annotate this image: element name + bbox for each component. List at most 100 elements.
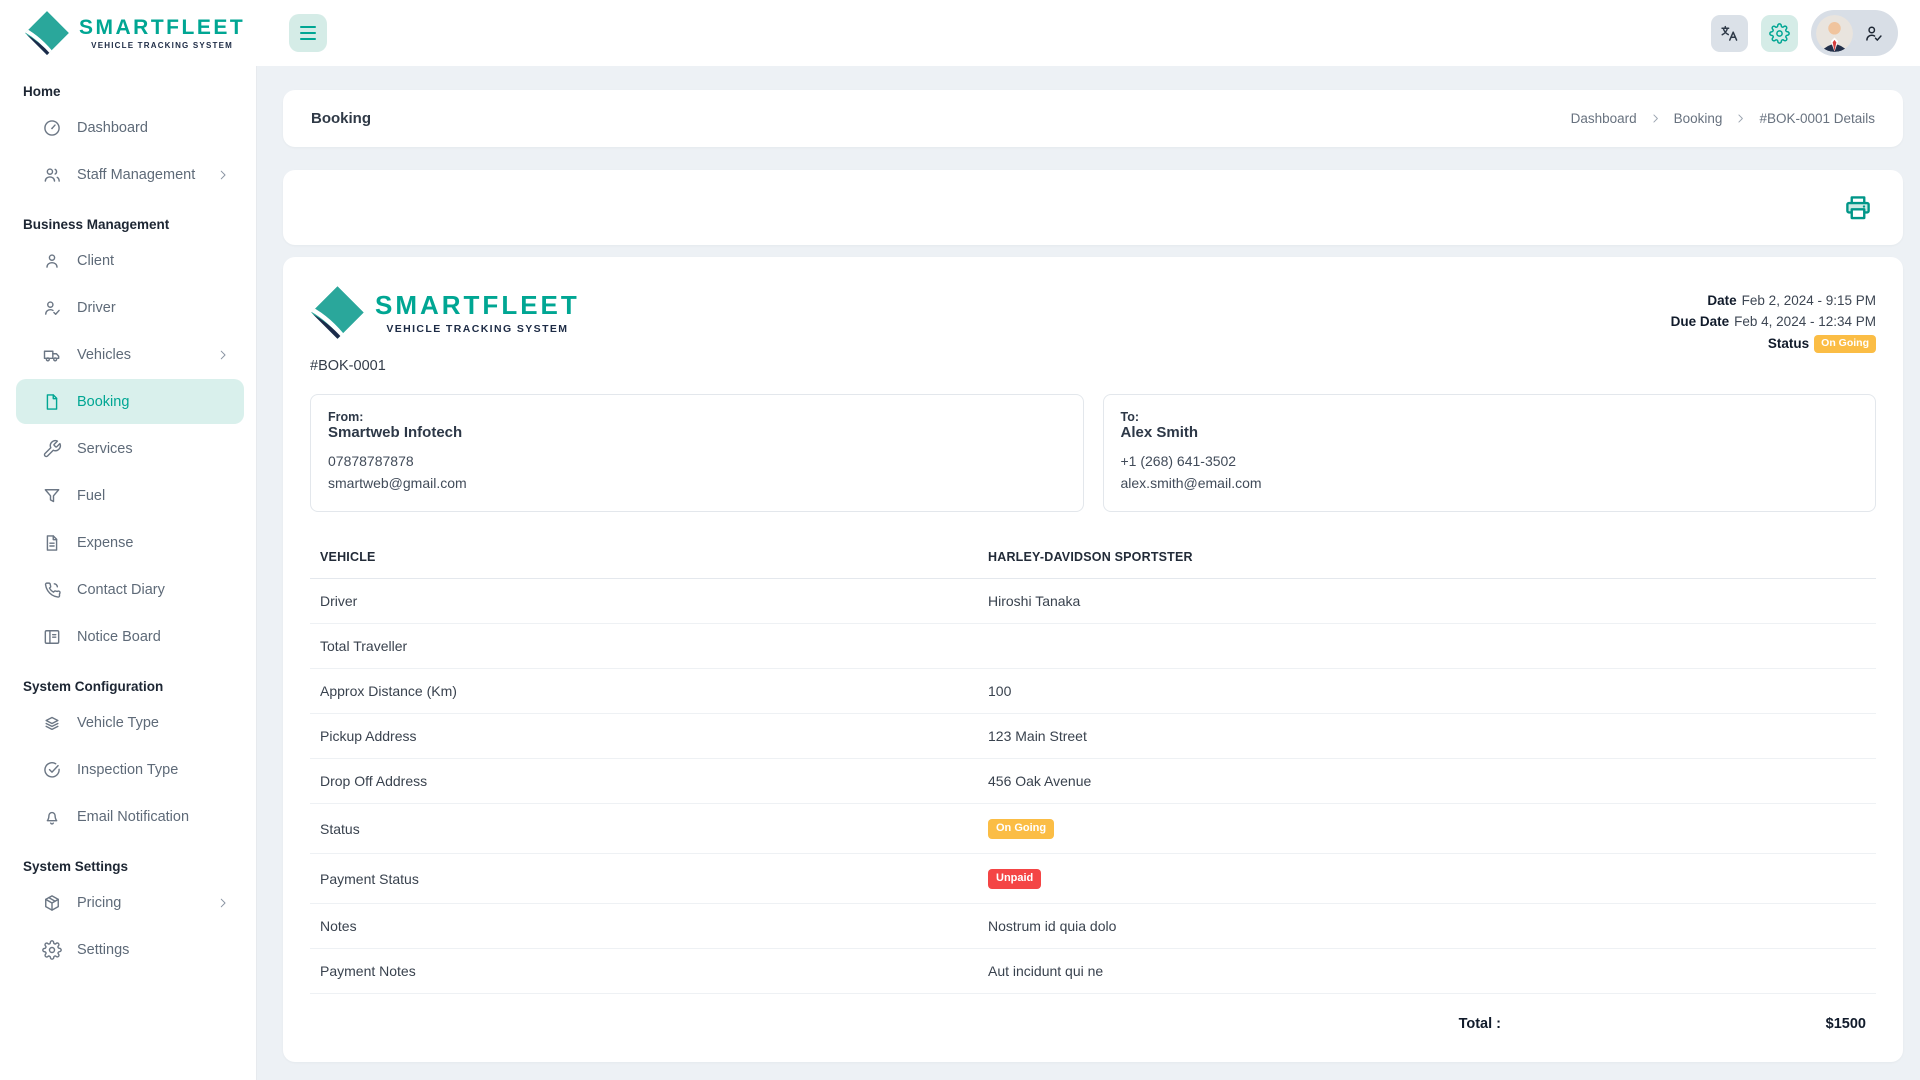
payment-status-badge: Unpaid (988, 869, 1041, 889)
topbar: SMARTFLEET VEHICLE TRACKING SYSTEM (0, 0, 1920, 66)
sidebar-item-label: Contact Diary (77, 582, 165, 598)
sidebar-item-dashboard[interactable]: Dashboard (16, 105, 244, 150)
sidebar-item-label: Driver (77, 300, 116, 316)
sidebar-toggle-button[interactable] (289, 14, 327, 52)
chevron-right-icon (1734, 112, 1747, 125)
total-value: $1500 (1501, 1016, 1866, 1032)
vehicle-name-header: HARLEY-DAVIDSON SPORTSTER (988, 550, 1866, 564)
table-header-row: VEHICLE HARLEY-DAVIDSON SPORTSTER (310, 536, 1876, 579)
sidebar-item-label: Services (77, 441, 133, 457)
row-label: Notes (320, 918, 988, 934)
staff-icon (42, 165, 62, 185)
date-label: Date (1707, 293, 1736, 308)
sidebar-item-vehicles[interactable]: Vehicles (16, 332, 244, 377)
sidebar-item-vehicle-type[interactable]: Vehicle Type (16, 700, 244, 745)
actions-card (283, 170, 1903, 245)
sidebar-item-driver[interactable]: Driver (16, 285, 244, 330)
page-title: Booking (311, 110, 371, 127)
row-value: Unpaid (988, 868, 1866, 889)
theme-settings-button[interactable] (1761, 15, 1798, 52)
sidebar-item-pricing[interactable]: Pricing (16, 880, 244, 925)
row-value: Aut incidunt qui ne (988, 963, 1866, 979)
vehicles-icon (42, 345, 62, 365)
breadcrumb-item-bok-0001-details: #BOK-0001 Details (1759, 111, 1875, 126)
sidebar-item-label: Booking (77, 394, 129, 410)
smartfleet-diamond-logo-icon (24, 10, 70, 56)
vehicle-type-icon (42, 713, 62, 733)
inspection-type-icon (42, 760, 62, 780)
row-label: Approx Distance (Km) (320, 683, 988, 699)
vehicle-column-header: VEHICLE (320, 550, 988, 564)
sidebar-item-label: Inspection Type (77, 762, 178, 778)
due-date-value: Feb 4, 2024 - 12:34 PM (1734, 314, 1876, 329)
row-value: 100 (988, 683, 1866, 699)
status-badge: On Going (988, 819, 1054, 839)
sidebar-item-label: Dashboard (77, 120, 148, 136)
table-row-approx-distance-km: Approx Distance (Km)100 (310, 669, 1876, 714)
sidebar-item-label: Fuel (77, 488, 105, 504)
total-label: Total : (1459, 1016, 1501, 1032)
row-label: Total Traveller (320, 638, 988, 654)
breadcrumb: Dashboard Booking #BOK-0001 Details (1571, 111, 1875, 126)
to-name: Alex Smith (1121, 424, 1859, 441)
invoice-logo: SMARTFLEET VEHICLE TRACKING SYSTEM (310, 285, 580, 340)
expense-icon (42, 533, 62, 553)
user-avatar (1816, 15, 1853, 52)
smartfleet-diamond-logo-icon (310, 285, 365, 340)
date-value: Feb 2, 2024 - 9:15 PM (1742, 293, 1876, 308)
from-email: smartweb@gmail.com (328, 473, 1066, 495)
row-value: 456 Oak Avenue (988, 773, 1866, 789)
total-row: Total : $1500 (310, 994, 1876, 1036)
translate-icon (1719, 23, 1740, 44)
brand-name: SMARTFLEET (79, 16, 245, 40)
sidebar-item-client[interactable]: Client (16, 238, 244, 283)
breadcrumb-item-dashboard[interactable]: Dashboard (1571, 111, 1637, 126)
sidebar: Home Dashboard Staff Management Business Ma… (0, 66, 257, 1080)
sidebar-item-settings[interactable]: Settings (16, 927, 244, 972)
booking-id: #BOK-0001 (310, 358, 580, 374)
user-profile-menu[interactable] (1811, 10, 1898, 56)
email-notification-icon (42, 807, 62, 827)
sidebar-item-fuel[interactable]: Fuel (16, 473, 244, 518)
driver-icon (42, 298, 62, 318)
sidebar-nav: Home Dashboard Staff Management Business Ma… (0, 84, 256, 972)
table-body: DriverHiroshi TanakaTotal TravellerAppro… (310, 579, 1876, 994)
page-header-card: Booking Dashboard Booking #BOK-0001 Detail… (283, 90, 1903, 147)
sidebar-item-inspection-type[interactable]: Inspection Type (16, 747, 244, 792)
sidebar-section-header: Business Management (23, 217, 256, 232)
sidebar-item-staff-management[interactable]: Staff Management (16, 152, 244, 197)
row-value: 123 Main Street (988, 728, 1866, 744)
sidebar-item-label: Vehicles (77, 347, 131, 363)
contact-diary-icon (42, 580, 62, 600)
status-badge: On Going (1814, 335, 1876, 353)
sidebar-item-contact-diary[interactable]: Contact Diary (16, 567, 244, 612)
notice-board-icon (42, 627, 62, 647)
sidebar-item-email-notification[interactable]: Email Notification (16, 794, 244, 839)
booking-detail-table: VEHICLE HARLEY-DAVIDSON SPORTSTER Driver… (310, 536, 1876, 1036)
sidebar-item-label: Notice Board (77, 629, 161, 645)
row-label: Status (320, 821, 988, 837)
sidebar-item-services[interactable]: Services (16, 426, 244, 471)
breadcrumb-item-booking[interactable]: Booking (1674, 111, 1723, 126)
sidebar-item-expense[interactable]: Expense (16, 520, 244, 565)
to-label: To: (1121, 410, 1859, 424)
chevron-right-icon (216, 348, 230, 362)
table-row-payment-status: Payment StatusUnpaid (310, 854, 1876, 904)
row-label: Pickup Address (320, 728, 988, 744)
sidebar-item-notice-board[interactable]: Notice Board (16, 614, 244, 659)
sidebar-item-label: Client (77, 253, 114, 269)
print-button[interactable] (1843, 193, 1873, 223)
due-date-label: Due Date (1671, 314, 1730, 329)
sidebar-item-booking[interactable]: Booking (16, 379, 244, 424)
sidebar-item-label: Expense (77, 535, 133, 551)
translate-button[interactable] (1711, 15, 1748, 52)
booking-details-card: SMARTFLEET VEHICLE TRACKING SYSTEM #BOK-… (283, 257, 1903, 1062)
from-phone: 07878787878 (328, 451, 1066, 473)
sidebar-section-header: Home (23, 84, 256, 99)
main-content: Booking Dashboard Booking #BOK-0001 Detail… (257, 0, 1920, 1062)
row-label: Payment Status (320, 871, 988, 887)
table-row-notes: NotesNostrum id quia dolo (310, 904, 1876, 949)
row-label: Drop Off Address (320, 773, 988, 789)
fuel-icon (42, 486, 62, 506)
sidebar-section-header: System Configuration (23, 679, 256, 694)
